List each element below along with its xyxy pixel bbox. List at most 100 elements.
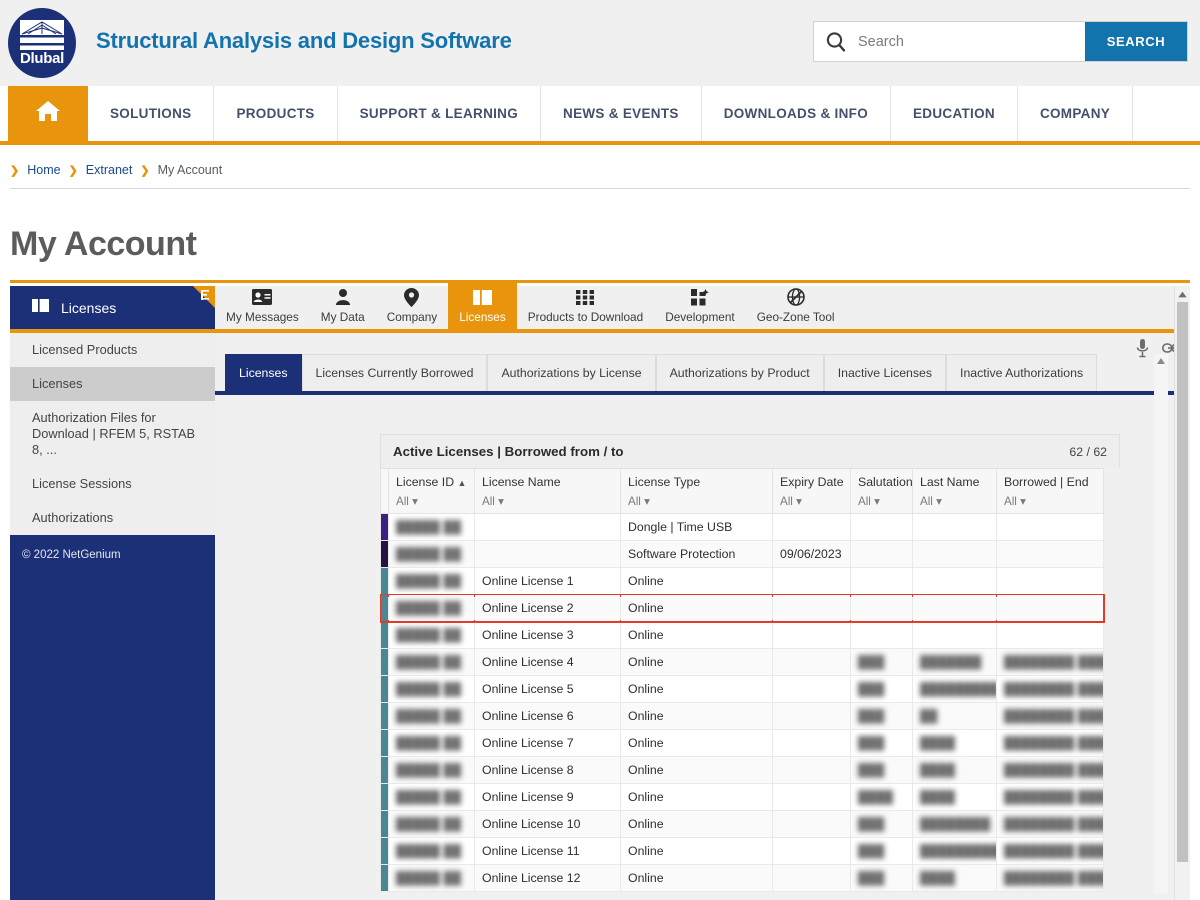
search-input[interactable] bbox=[858, 22, 1085, 61]
sidebar-item-authorization-files[interactable]: Authorization Files for Download | RFEM … bbox=[10, 401, 215, 467]
nav-item-education[interactable]: EDUCATION bbox=[891, 86, 1018, 141]
cell-license-type: Online bbox=[620, 837, 773, 865]
nav-item-news-events[interactable]: NEWS & EVENTS bbox=[541, 86, 702, 141]
row-status-stripe bbox=[380, 729, 389, 757]
subtab-inactive-licenses[interactable]: Inactive Licenses bbox=[823, 354, 947, 391]
cell-license-id: █████ ██ bbox=[388, 702, 475, 730]
subtab-authorizations-by-product[interactable]: Authorizations by Product bbox=[655, 354, 824, 391]
tab-development[interactable]: Development bbox=[654, 282, 746, 329]
nav-item-company[interactable]: COMPANY bbox=[1018, 86, 1134, 141]
table-row[interactable]: █████ ██ Online License 12 Online ███ ████ ██… bbox=[380, 864, 1104, 892]
scroll-up-icon[interactable] bbox=[1175, 286, 1190, 302]
nav-left-pad bbox=[0, 86, 8, 141]
cell-borrowed-end: ████████ ████ bbox=[996, 675, 1104, 703]
table-row[interactable]: █████ ██ Dongle | Time USB bbox=[380, 513, 1104, 541]
cell-salutation bbox=[850, 621, 913, 649]
table-row[interactable]: █████ ██ Online License 10 Online ███ ██████… bbox=[380, 810, 1104, 838]
cell-expiry-date bbox=[772, 810, 851, 838]
filter-salutation[interactable]: All ▾ bbox=[858, 494, 905, 508]
nav-item-products[interactable]: PRODUCTS bbox=[214, 86, 338, 141]
cell-expiry-date: 09/06/2023 bbox=[772, 540, 851, 568]
scroll-up-icon[interactable] bbox=[1154, 354, 1168, 368]
nav-home-button[interactable] bbox=[8, 86, 88, 141]
table-row[interactable]: █████ ██ Online License 4 Online ███ ███████… bbox=[380, 648, 1104, 676]
cell-last-name: ████ bbox=[912, 864, 997, 892]
filter-license-name[interactable]: All ▾ bbox=[482, 494, 613, 508]
column-last-name[interactable]: Last Name All ▾ bbox=[912, 468, 997, 514]
cell-borrowed-end: ████████ ████ bbox=[996, 864, 1104, 892]
tab-my-data[interactable]: My Data bbox=[310, 282, 376, 329]
row-status-stripe bbox=[380, 810, 389, 838]
cell-salutation bbox=[850, 513, 913, 541]
cell-last-name: ██ bbox=[912, 702, 997, 730]
cell-license-id-redacted: █████ ██ bbox=[396, 709, 462, 723]
filter-license-id[interactable]: All ▾ bbox=[396, 494, 467, 508]
nav-item-downloads-info[interactable]: DOWNLOADS & INFO bbox=[702, 86, 891, 141]
cell-license-type: Online bbox=[620, 567, 773, 595]
table-row[interactable]: █████ ██ Online License 8 Online ███ ████ ███… bbox=[380, 756, 1104, 784]
subtab-licenses[interactable]: Licenses bbox=[225, 354, 302, 391]
cell-salutation: ███ bbox=[850, 810, 913, 838]
tab-geo-zone-tool[interactable]: Geo-Zone Tool bbox=[746, 282, 846, 329]
filter-license-type[interactable]: All ▾ bbox=[628, 494, 765, 508]
page-vertical-scrollbar[interactable] bbox=[1174, 286, 1190, 900]
column-license-type[interactable]: License Type All ▾ bbox=[620, 468, 773, 514]
tab-company[interactable]: Company bbox=[376, 282, 449, 329]
sidebar-header[interactable]: Licenses bbox=[10, 286, 215, 333]
subtab-inactive-authorizations[interactable]: Inactive Authorizations bbox=[946, 354, 1098, 391]
subtab-authorizations-by-license[interactable]: Authorizations by License bbox=[487, 354, 656, 391]
table-row[interactable]: █████ ██ Online License 6 Online ███ ██ █████… bbox=[380, 702, 1104, 730]
cell-salutation: ███ bbox=[850, 702, 913, 730]
cell-license-id-redacted: █████ ██ bbox=[396, 547, 462, 561]
cell-license-name: Online License 12 bbox=[474, 864, 621, 892]
sidebar-item-licensed-products[interactable]: Licensed Products bbox=[10, 333, 215, 367]
tab-geo-zone-tool-label: Geo-Zone Tool bbox=[756, 310, 835, 324]
table-row[interactable]: █████ ██ Online License 2 Online bbox=[379, 593, 1105, 623]
filter-last-name[interactable]: All ▾ bbox=[920, 494, 989, 508]
tab-licenses[interactable]: Licenses bbox=[448, 282, 517, 329]
breadcrumb-item-extranet[interactable]: Extranet bbox=[86, 163, 133, 177]
sidebar-item-licenses[interactable]: Licenses bbox=[10, 367, 215, 401]
cell-license-id: █████ ██ bbox=[388, 756, 475, 784]
licenses-card-icon bbox=[472, 287, 492, 307]
chevron-right-icon: ❯ bbox=[68, 164, 78, 177]
table-row[interactable]: █████ ██ Online License 5 Online ███ ███████… bbox=[380, 675, 1104, 703]
microphone-icon[interactable] bbox=[1135, 338, 1150, 363]
row-status-stripe bbox=[380, 594, 389, 622]
sidebar: Licenses Licensed Products Licenses Auth… bbox=[10, 286, 215, 900]
filter-borrowed-end[interactable]: All ▾ bbox=[1004, 494, 1096, 508]
cell-borrowed-end: ████████ ████ bbox=[996, 756, 1104, 784]
table-row[interactable]: █████ ██ Online License 1 Online bbox=[380, 567, 1104, 595]
list-corner-icon[interactable] bbox=[193, 286, 215, 308]
column-borrowed-end[interactable]: Borrowed | End All ▾ bbox=[996, 468, 1104, 514]
cell-borrowed-end-redacted: ████████ ████ bbox=[1004, 871, 1104, 885]
nav-item-solutions[interactable]: SOLUTIONS bbox=[88, 86, 215, 141]
column-license-name[interactable]: License Name All ▾ bbox=[474, 468, 621, 514]
column-salutation[interactable]: Salutation All ▾ bbox=[850, 468, 913, 514]
cell-last-name bbox=[912, 540, 997, 568]
filter-expiry-date[interactable]: All ▾ bbox=[780, 494, 843, 508]
table-row[interactable]: █████ ██ Online License 11 Online ███ ██████… bbox=[380, 837, 1104, 865]
scrollbar-thumb[interactable] bbox=[1177, 302, 1188, 862]
cell-last-name: ████ bbox=[912, 729, 997, 757]
column-license-id[interactable]: License ID ▲ All ▾ bbox=[388, 468, 475, 514]
breadcrumb-item-home[interactable]: Home bbox=[27, 163, 60, 177]
inner-vertical-scrollbar[interactable] bbox=[1154, 354, 1168, 894]
cell-borrowed-end bbox=[996, 567, 1104, 595]
sidebar-item-license-sessions[interactable]: License Sessions bbox=[10, 467, 215, 501]
tab-my-messages[interactable]: My Messages bbox=[215, 282, 310, 329]
cell-last-name: ████ bbox=[912, 756, 997, 784]
table-row[interactable]: █████ ██ Online License 7 Online ███ ████ ███… bbox=[380, 729, 1104, 757]
dlubal-logo[interactable]: Dlubal bbox=[8, 8, 76, 78]
table-row[interactable]: █████ ██ Online License 3 Online bbox=[380, 621, 1104, 649]
subtab-licenses-currently-borrowed[interactable]: Licenses Currently Borrowed bbox=[301, 354, 488, 391]
sidebar-item-authorizations[interactable]: Authorizations bbox=[10, 501, 215, 535]
tab-products-to-download[interactable]: Products to Download bbox=[517, 282, 654, 329]
table-row[interactable]: █████ ██ Software Protection 09/06/2023 bbox=[380, 540, 1104, 568]
nav-item-support-learning[interactable]: SUPPORT & LEARNING bbox=[338, 86, 542, 141]
cell-license-id-redacted: █████ ██ bbox=[396, 763, 462, 777]
cell-expiry-date bbox=[772, 567, 851, 595]
column-expiry-date[interactable]: Expiry Date All ▾ bbox=[772, 468, 851, 514]
table-row[interactable]: █████ ██ Online License 9 Online ████ ████ ██… bbox=[380, 783, 1104, 811]
search-button[interactable]: SEARCH bbox=[1085, 22, 1187, 61]
